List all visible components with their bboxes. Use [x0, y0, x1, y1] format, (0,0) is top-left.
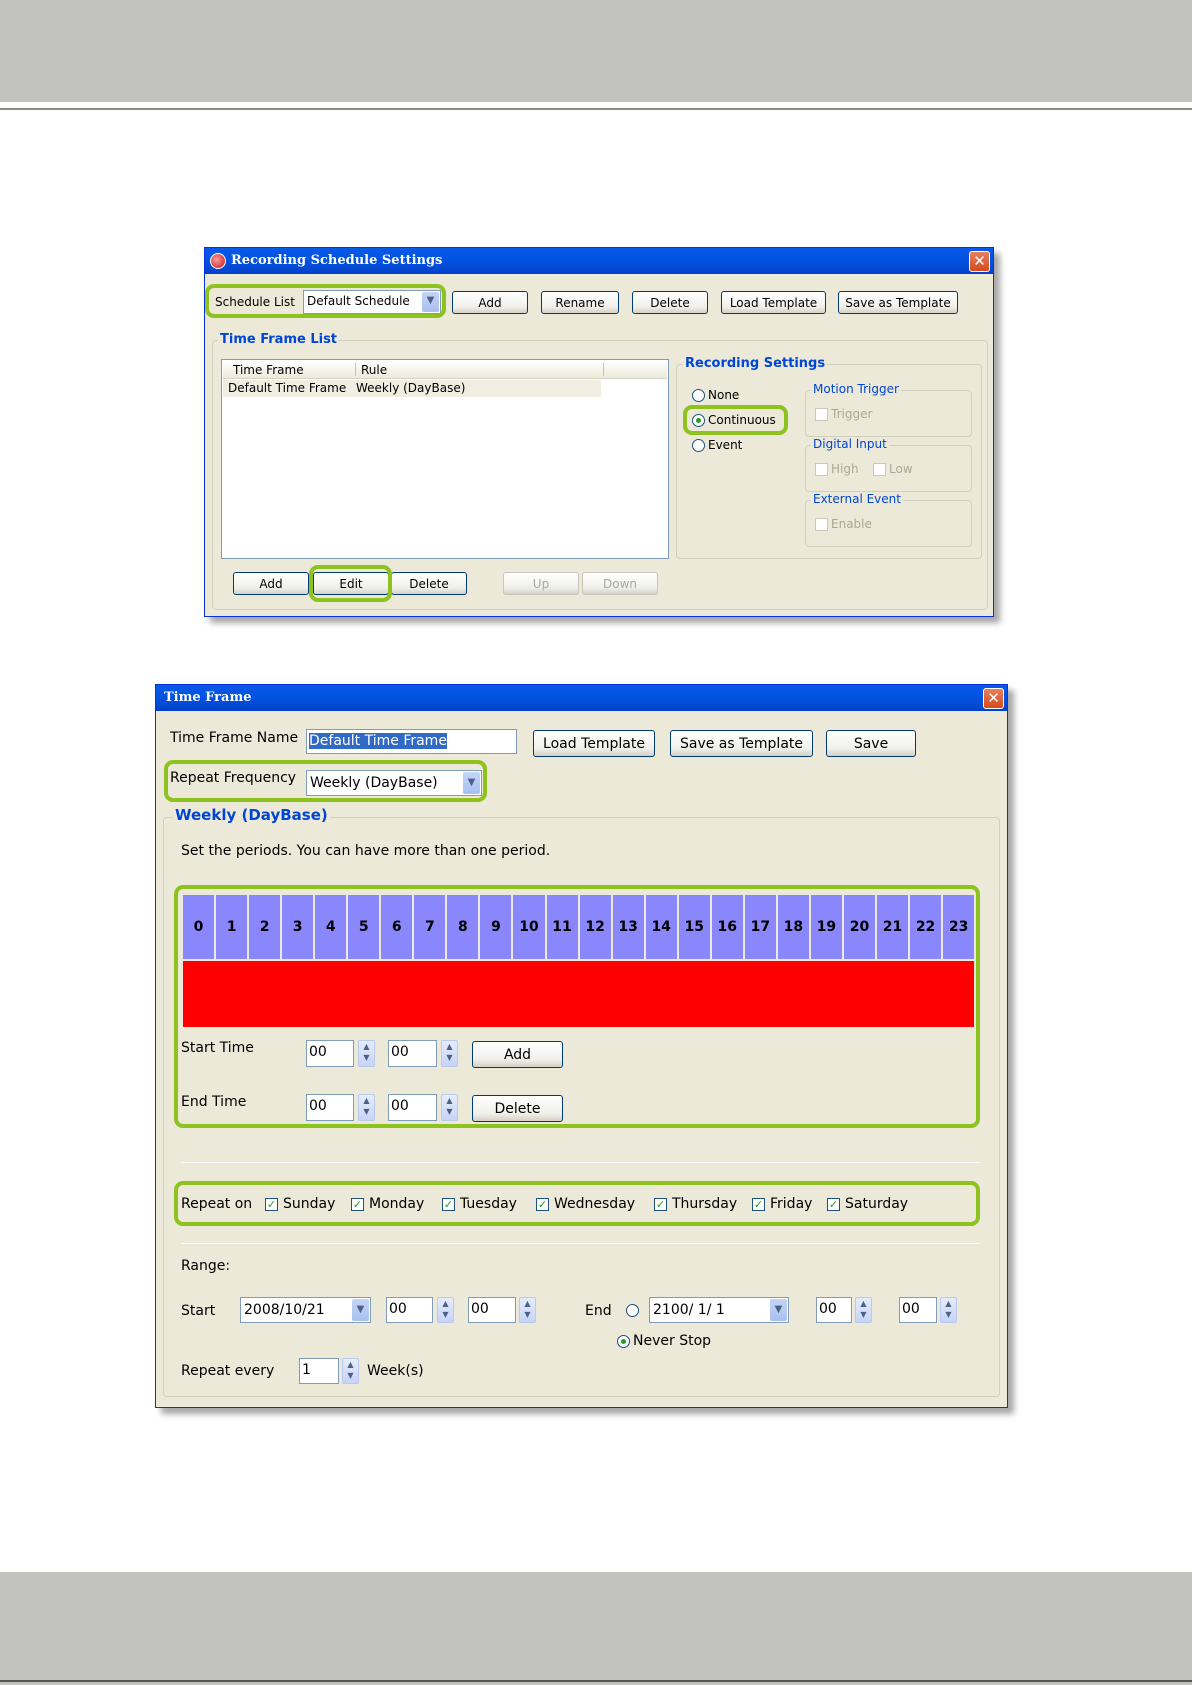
repeat-frequency-highlight [164, 760, 487, 802]
end-date-value: 2100/ 1/ 1 [653, 1302, 725, 1318]
down-button[interactable]: Down [582, 572, 658, 595]
app-icon [210, 253, 226, 269]
none-radio[interactable] [692, 389, 705, 402]
save-as-template-button[interactable]: Save as Template [838, 291, 958, 314]
header-rule [0, 108, 1192, 110]
window-title: Recording Schedule Settings [231, 253, 443, 268]
repeat-every-value: 1 [302, 1362, 311, 1378]
close-icon: ✕ [987, 689, 1000, 707]
digital-input-title: Digital Input [811, 437, 889, 451]
external-event-title: External Event [811, 492, 903, 506]
time-frame-listview[interactable]: Time Frame Rule Default Time Frame Weekl… [221, 359, 669, 559]
time-frame-name-value: Default Time Frame [309, 733, 447, 749]
up-button[interactable]: Up [503, 572, 579, 595]
low-checkbox[interactable] [873, 463, 886, 476]
range-end-minute-spinner[interactable]: ▲ ▼ [940, 1297, 957, 1323]
never-stop-label: Never Stop [633, 1333, 712, 1349]
event-label: Event [708, 438, 743, 452]
none-label: None [708, 388, 740, 402]
chevron-down-icon[interactable]: ▼ [770, 1299, 787, 1321]
period-editor-highlight [174, 885, 980, 1128]
range-end-hour-input[interactable]: 00 [816, 1297, 852, 1323]
column-time-frame[interactable]: Time Frame [233, 363, 304, 377]
page-header [0, 0, 1192, 102]
chevron-down-icon[interactable]: ▼ [352, 1299, 369, 1321]
close-icon: ✕ [973, 252, 986, 270]
end-date-picker[interactable]: 2100/ 1/ 1 ▼ [649, 1297, 789, 1323]
start-date-value: 2008/10/21 [244, 1302, 325, 1318]
separator [181, 1162, 980, 1163]
separator [181, 1243, 980, 1244]
window-title: Time Frame [164, 690, 252, 705]
listview-header: Time Frame Rule [223, 361, 667, 379]
close-button[interactable]: ✕ [969, 251, 990, 272]
end-date-radio[interactable] [626, 1304, 639, 1317]
page-footer [0, 1572, 1192, 1685]
range-end-hour-spinner[interactable]: ▲ ▼ [855, 1297, 872, 1323]
range-start-minute-spinner[interactable]: ▲ ▼ [519, 1297, 536, 1323]
enable-checkbox[interactable] [815, 518, 828, 531]
trigger-checkbox[interactable] [815, 408, 828, 421]
time-frame-list-title: Time Frame List [218, 332, 340, 347]
range-start-hour-spinner[interactable]: ▲ ▼ [437, 1297, 454, 1323]
load-template-button[interactable]: Load Template [533, 730, 655, 757]
row-rule: Weekly (DayBase) [356, 381, 466, 395]
save-button[interactable]: Save [826, 730, 916, 757]
repeat-every-spinner[interactable]: ▲ ▼ [342, 1358, 359, 1384]
weekly-group-title: Weekly (DayBase) [173, 806, 330, 824]
column-rule[interactable]: Rule [361, 363, 387, 377]
row-time-frame: Default Time Frame [228, 381, 347, 395]
range-end-label: End [585, 1303, 612, 1319]
load-template-button[interactable]: Load Template [721, 291, 826, 314]
title-bar[interactable]: Time Frame ✕ [156, 685, 1007, 711]
add-schedule-button[interactable]: Add [452, 291, 528, 314]
continuous-highlight [683, 405, 788, 435]
range-end-minute-input[interactable]: 00 [899, 1297, 937, 1323]
range-start-hour-value: 00 [389, 1301, 407, 1317]
start-date-picker[interactable]: 2008/10/21 ▼ [240, 1297, 371, 1323]
range-start-minute-input[interactable]: 00 [468, 1297, 516, 1323]
close-button[interactable]: ✕ [983, 688, 1004, 709]
instruction-text: Set the periods. You can have more than … [181, 843, 551, 859]
table-row[interactable]: Default Time Frame Weekly (DayBase) [223, 380, 601, 397]
add-time-frame-button[interactable]: Add [233, 572, 309, 595]
trigger-label: Trigger [831, 407, 873, 421]
time-frame-name-input[interactable]: Default Time Frame [306, 729, 517, 754]
range-start-label: Start [181, 1303, 216, 1319]
enable-label: Enable [831, 517, 872, 531]
event-radio[interactable] [692, 439, 705, 452]
never-stop-radio[interactable] [617, 1335, 630, 1348]
high-label: High [831, 462, 859, 476]
high-checkbox[interactable] [815, 463, 828, 476]
edit-button-highlight [309, 565, 392, 602]
rename-schedule-button[interactable]: Rename [541, 291, 619, 314]
repeat-every-input[interactable]: 1 [299, 1358, 339, 1384]
low-label: Low [889, 462, 913, 476]
motion-trigger-title: Motion Trigger [811, 382, 901, 396]
footer-rule [0, 1680, 1192, 1682]
delete-time-frame-button[interactable]: Delete [391, 572, 467, 595]
recording-settings-title: Recording Settings [683, 356, 828, 371]
time-frame-name-label: Time Frame Name [170, 730, 299, 746]
range-end-minute-value: 00 [902, 1301, 920, 1317]
delete-schedule-button[interactable]: Delete [632, 291, 708, 314]
repeat-on-highlight [174, 1181, 980, 1226]
repeat-every-label: Repeat every [181, 1363, 275, 1379]
schedule-list-highlight [205, 284, 446, 318]
repeat-every-unit: Week(s) [367, 1363, 424, 1379]
save-as-template-button[interactable]: Save as Template [670, 730, 813, 757]
title-bar[interactable]: Recording Schedule Settings ✕ [205, 248, 993, 274]
range-start-minute-value: 00 [471, 1301, 489, 1317]
range-start-hour-input[interactable]: 00 [386, 1297, 433, 1323]
range-end-hour-value: 00 [819, 1301, 837, 1317]
range-label: Range: [181, 1258, 231, 1274]
